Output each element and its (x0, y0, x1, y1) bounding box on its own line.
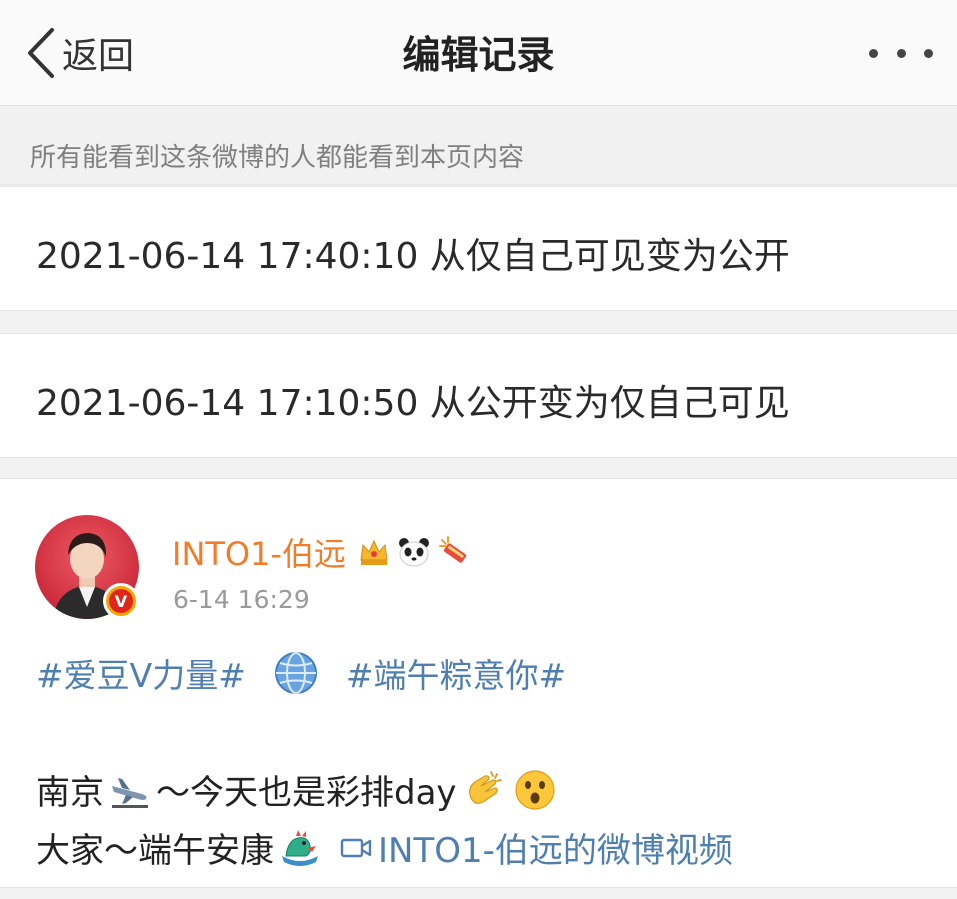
clapping-hands-emoji (468, 770, 502, 804)
video-link-label: INTO1-伯远的微博视频 (378, 831, 733, 871)
post-text: 大家～端午安康 (36, 831, 274, 871)
post-text-line: 南京 ～今天也是彩排day (36, 765, 561, 814)
dragon-boat-emoji (282, 829, 318, 866)
verified-v-icon: V (103, 583, 139, 619)
topic-row: #爱豆V力量# #端午粽意你# (36, 649, 566, 697)
nav-header: 返回 编辑记录 (0, 0, 957, 106)
notice-text: 所有能看到这条微博的人都能看到本页内容 (30, 143, 525, 173)
topic-link[interactable]: #端午粽意你# (346, 649, 566, 697)
dot (924, 48, 933, 58)
post-text: ～今天也是彩排day (156, 773, 457, 813)
username-row: INTO1-伯远 (172, 529, 472, 575)
badge-icons (356, 534, 472, 570)
visibility-notice: 所有能看到这条微博的人都能看到本页内容 (0, 107, 957, 185)
post-text-line: 大家～端午安康 INTO1-伯远的微博视频 (36, 823, 733, 872)
username[interactable]: INTO1-伯远 (172, 529, 346, 575)
topic-link[interactable]: #爱豆V力量# (36, 649, 246, 697)
firecracker-icon[interactable] (436, 534, 472, 570)
more-dots-icon[interactable] (869, 38, 933, 68)
panda-icon[interactable] (396, 534, 432, 570)
globe-icon (274, 652, 317, 694)
video-camera-icon (340, 838, 372, 857)
history-entry-text: 2021-06-14 17:40:10 从仅自己可见变为公开 (36, 236, 790, 277)
dot (896, 48, 906, 58)
edit-history-page: 返回 编辑记录 所有能看到这条微博的人都能看到本页内容 2021-06-14 1… (0, 0, 957, 899)
history-row: 2021-06-14 17:40:10 从仅自己可见变为公开 (0, 186, 957, 311)
history-row: 2021-06-14 17:10:50 从公开变为仅自己可见 (0, 333, 957, 458)
video-link[interactable]: INTO1-伯远的微博视频 (340, 823, 733, 872)
post-text: 南京 (36, 773, 104, 813)
history-entry-text: 2021-06-14 17:10:50 从公开变为仅自己可见 (36, 383, 790, 424)
post-time: 6-14 16:29 (173, 585, 310, 614)
crown-icon[interactable] (356, 534, 392, 570)
post-card: V INTO1-伯远 6-14 16:29 #爱豆V力量# #端午粽意你# 南京… (0, 478, 957, 888)
page-title: 编辑记录 (402, 33, 555, 77)
astonished-face-emoji (514, 769, 555, 810)
dot (869, 48, 878, 58)
airplane-landing-emoji (112, 777, 148, 808)
